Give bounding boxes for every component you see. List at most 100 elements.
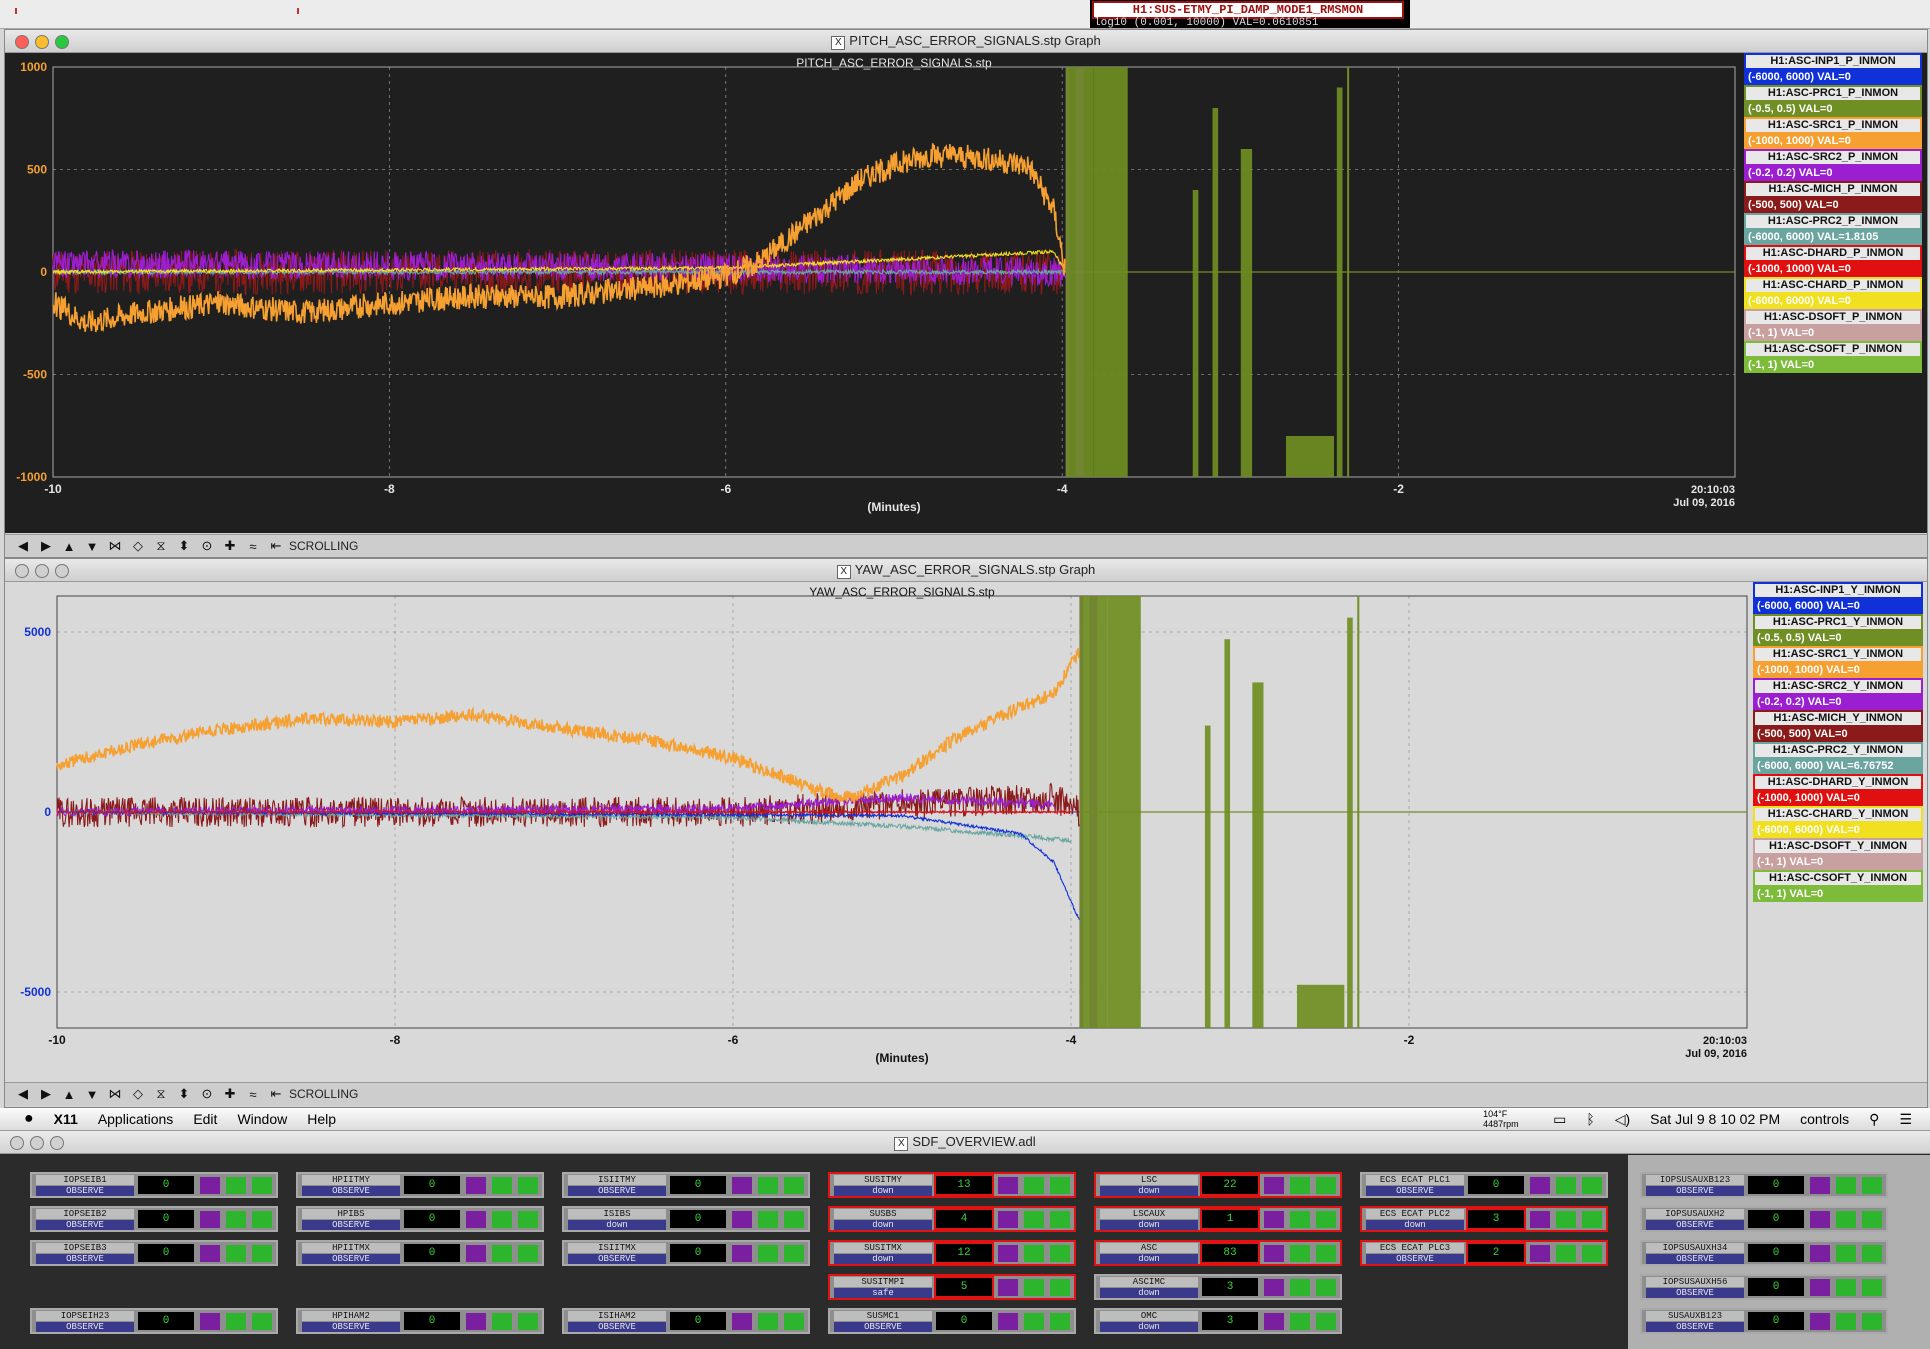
legend-item[interactable]: H1:ASC-DHARD_P_INMON (-1000, 1000) VAL=0 bbox=[1744, 245, 1922, 277]
scroll-up-icon[interactable]: ▲ bbox=[59, 537, 79, 555]
scroll-left-icon[interactable]: ◀ bbox=[13, 1085, 33, 1103]
sdf-cell-name[interactable]: HPIBS bbox=[302, 1209, 400, 1219]
scroll-right-icon[interactable]: ▶ bbox=[36, 1085, 56, 1103]
sdf-cell[interactable]: HPIHAM2 OBSERVE 0 bbox=[296, 1308, 544, 1334]
legend-item[interactable]: H1:ASC-DHARD_Y_INMON (-1000, 1000) VAL=0 bbox=[1753, 774, 1923, 806]
sdf-cell-name[interactable]: ECS ECAT PLC2 bbox=[1366, 1209, 1464, 1219]
sdf-cell-name[interactable]: ASC bbox=[1100, 1243, 1198, 1253]
menu-applications[interactable]: Applications bbox=[88, 1111, 184, 1127]
sdf-cell[interactable]: ISIHAM2 OBSERVE 0 bbox=[562, 1308, 810, 1334]
sdf-cell-name[interactable]: ASCIMC bbox=[1100, 1277, 1198, 1287]
legend-item[interactable]: H1:ASC-SRC1_Y_INMON (-1000, 1000) VAL=0 bbox=[1753, 646, 1923, 678]
menu-window[interactable]: Window bbox=[227, 1111, 297, 1127]
sdf-cell[interactable]: OMC down 3 bbox=[1094, 1308, 1342, 1334]
sdf-cell-name[interactable]: ECS ECAT PLC3 bbox=[1366, 1243, 1464, 1253]
sdf-cell[interactable]: SUSBS down 4 bbox=[828, 1206, 1076, 1232]
sdf-cell-name[interactable]: IOPSUSAUXH34 bbox=[1646, 1243, 1744, 1253]
scroll-down-icon[interactable]: ▼ bbox=[82, 1085, 102, 1103]
sdf-cell[interactable]: ISIBS down 0 bbox=[562, 1206, 810, 1232]
expand-y-icon[interactable]: ⬍ bbox=[174, 1085, 194, 1103]
graph-icon[interactable]: ≈ bbox=[243, 1085, 263, 1103]
go-end-icon[interactable]: ⇤ bbox=[266, 537, 286, 555]
legend-item[interactable]: H1:ASC-PRC1_P_INMON (-0.5, 0.5) VAL=0 bbox=[1744, 85, 1922, 117]
scroll-down-icon[interactable]: ▼ bbox=[82, 537, 102, 555]
sdf-cell[interactable]: ISIITMY OBSERVE 0 bbox=[562, 1172, 810, 1198]
sdf-cell-name[interactable]: IOPSUSAUXB123 bbox=[1646, 1175, 1744, 1185]
sdf-cell-name[interactable]: HPIHAM2 bbox=[302, 1311, 400, 1321]
menu-app[interactable]: X11 bbox=[44, 1111, 88, 1127]
sdf-cell-name[interactable]: IOPSEIB1 bbox=[36, 1175, 134, 1185]
close-icon[interactable] bbox=[15, 564, 29, 578]
scroll-left-icon[interactable]: ◀ bbox=[13, 537, 33, 555]
legend-item[interactable]: H1:ASC-INP1_Y_INMON (-6000, 6000) VAL=0 bbox=[1753, 582, 1923, 614]
sdf-titlebar[interactable]: X SDF_OVERVIEW.adl bbox=[0, 1131, 1930, 1154]
legend-item[interactable]: H1:ASC-SRC2_Y_INMON (-0.2, 0.2) VAL=0 bbox=[1753, 678, 1923, 710]
legend-item[interactable]: H1:ASC-CHARD_P_INMON (-6000, 6000) VAL=0 bbox=[1744, 277, 1922, 309]
airplay-icon[interactable]: ▭ bbox=[1543, 1111, 1576, 1128]
sdf-cell-name[interactable]: IOPSEIB2 bbox=[36, 1209, 134, 1219]
sdf-cell[interactable]: ECS ECAT PLC3 OBSERVE 2 bbox=[1360, 1240, 1608, 1266]
sdf-cell[interactable]: IOPSUSAUXH34 OBSERVE 0 bbox=[1640, 1240, 1888, 1266]
legend-item[interactable]: H1:ASC-INP1_P_INMON (-6000, 6000) VAL=0 bbox=[1744, 53, 1922, 85]
notification-list-icon[interactable]: ☰ bbox=[1889, 1111, 1930, 1128]
zoom-icon[interactable] bbox=[55, 35, 69, 49]
legend-item[interactable]: H1:ASC-SRC2_P_INMON (-0.2, 0.2) VAL=0 bbox=[1744, 149, 1922, 181]
volume-icon[interactable]: ◁) bbox=[1605, 1111, 1640, 1128]
sdf-cell[interactable]: ISIITMX OBSERVE 0 bbox=[562, 1240, 810, 1266]
add-icon[interactable]: ✚ bbox=[220, 1085, 240, 1103]
menu-help[interactable]: Help bbox=[297, 1111, 346, 1127]
sdf-cell-name[interactable]: SUSITMY bbox=[834, 1175, 932, 1185]
sdf-cell-name[interactable]: HPIITMY bbox=[302, 1175, 400, 1185]
sdf-cell-name[interactable]: SUSBS bbox=[834, 1209, 932, 1219]
sdf-cell-name[interactable]: IOPSUSAUXH56 bbox=[1646, 1277, 1744, 1287]
sdf-cell[interactable]: LSC down 22 bbox=[1094, 1172, 1342, 1198]
compress-y-icon[interactable]: ⧖ bbox=[151, 1085, 171, 1103]
add-icon[interactable]: ✚ bbox=[220, 537, 240, 555]
minimize-icon[interactable] bbox=[35, 35, 49, 49]
legend-item[interactable]: H1:ASC-MICH_P_INMON (-500, 500) VAL=0 bbox=[1744, 181, 1922, 213]
compress-x-icon[interactable]: ⋈ bbox=[105, 537, 125, 555]
sdf-cell-name[interactable]: ISIBS bbox=[568, 1209, 666, 1219]
minimize-icon[interactable] bbox=[35, 564, 49, 578]
sdf-cell[interactable]: IOPSUSAUXH56 OBSERVE 0 bbox=[1640, 1274, 1888, 1300]
sdf-cell-name[interactable]: SUSAUXB123 bbox=[1646, 1311, 1744, 1321]
user-name[interactable]: controls bbox=[1790, 1111, 1859, 1127]
zoom-icon[interactable] bbox=[55, 564, 69, 578]
close-icon[interactable] bbox=[10, 1136, 24, 1150]
legend-item[interactable]: H1:ASC-PRC1_Y_INMON (-0.5, 0.5) VAL=0 bbox=[1753, 614, 1923, 646]
sdf-cell[interactable]: SUSITMY down 13 bbox=[828, 1172, 1076, 1198]
scroll-up-icon[interactable]: ▲ bbox=[59, 1085, 79, 1103]
sdf-cell-name[interactable]: SUSMC1 bbox=[834, 1311, 932, 1321]
apple-icon[interactable]: ● bbox=[0, 1110, 44, 1128]
sdf-cell[interactable]: HPIITMX OBSERVE 0 bbox=[296, 1240, 544, 1266]
legend-item[interactable]: H1:ASC-PRC2_P_INMON (-6000, 6000) VAL=1.8… bbox=[1744, 213, 1922, 245]
sdf-cell-name[interactable]: IOPSUSAUXH2 bbox=[1646, 1209, 1744, 1219]
sdf-cell[interactable]: IOPSUSAUXH2 OBSERVE 0 bbox=[1640, 1206, 1888, 1232]
sdf-cell-name[interactable]: ISIITMY bbox=[568, 1175, 666, 1185]
sdf-cell[interactable]: IOPSUSAUXB123 OBSERVE 0 bbox=[1640, 1172, 1888, 1198]
sdf-cell[interactable]: HPIITMY OBSERVE 0 bbox=[296, 1172, 544, 1198]
reset-icon[interactable]: ⊙ bbox=[197, 537, 217, 555]
go-end-icon[interactable]: ⇤ bbox=[266, 1085, 286, 1103]
legend-item[interactable]: H1:ASC-MICH_Y_INMON (-500, 500) VAL=0 bbox=[1753, 710, 1923, 742]
sdf-cell-name[interactable]: LSC bbox=[1100, 1175, 1198, 1185]
sdf-cell-name[interactable]: IOPSEIB3 bbox=[36, 1243, 134, 1253]
sdf-cell[interactable]: IOPSEIB2 OBSERVE 0 bbox=[30, 1206, 278, 1232]
close-icon[interactable] bbox=[15, 35, 29, 49]
legend-item[interactable]: H1:ASC-CHARD_Y_INMON (-6000, 6000) VAL=0 bbox=[1753, 806, 1923, 838]
minimize-icon[interactable] bbox=[30, 1136, 44, 1150]
sdf-cell-name[interactable]: SUSITMX bbox=[834, 1243, 932, 1253]
sdf-cell[interactable]: ASCIMC down 3 bbox=[1094, 1274, 1342, 1300]
legend-item[interactable]: H1:ASC-CSOFT_P_INMON (-1, 1) VAL=0 bbox=[1744, 341, 1922, 373]
expand-x-icon[interactable]: ◇ bbox=[128, 537, 148, 555]
legend-item[interactable]: H1:ASC-DSOFT_Y_INMON (-1, 1) VAL=0 bbox=[1753, 838, 1923, 870]
sdf-cell[interactable]: SUSAUXB123 OBSERVE 0 bbox=[1640, 1308, 1888, 1334]
compress-x-icon[interactable]: ⋈ bbox=[105, 1085, 125, 1103]
sdf-cell[interactable]: IOPSEIH23 OBSERVE 0 bbox=[30, 1308, 278, 1334]
sdf-cell[interactable]: LSCAUX down 1 bbox=[1094, 1206, 1342, 1232]
zoom-icon[interactable] bbox=[50, 1136, 64, 1150]
sdf-cell-name[interactable]: ECS ECAT PLC1 bbox=[1366, 1175, 1464, 1185]
sdf-cell[interactable]: SUSMC1 OBSERVE 0 bbox=[828, 1308, 1076, 1334]
sdf-cell[interactable]: IOPSEIB3 OBSERVE 0 bbox=[30, 1240, 278, 1266]
sdf-cell[interactable]: IOPSEIB1 OBSERVE 0 bbox=[30, 1172, 278, 1198]
